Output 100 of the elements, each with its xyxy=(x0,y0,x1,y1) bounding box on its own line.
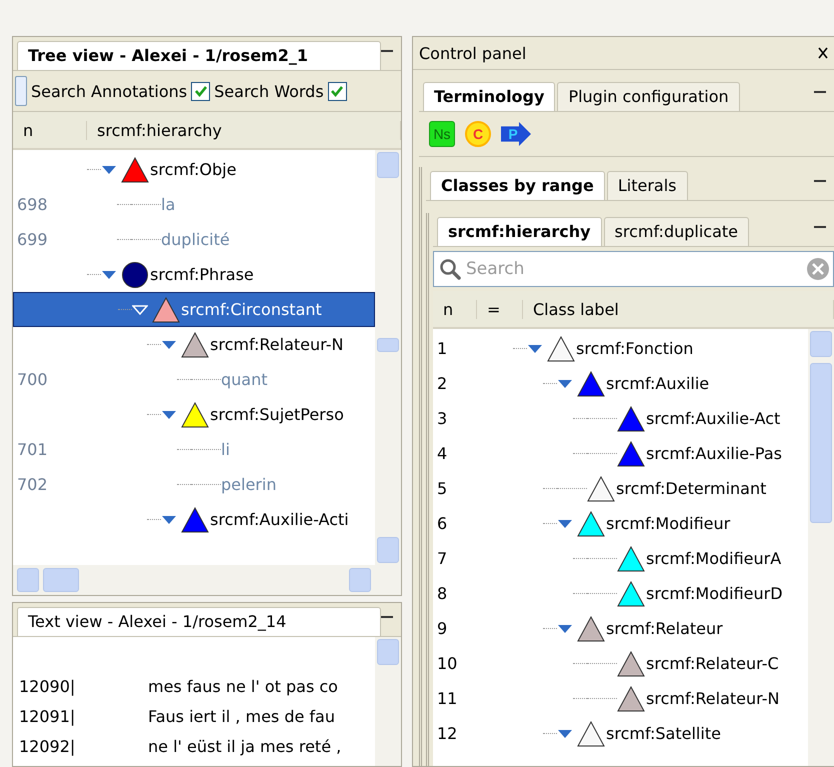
class-label: srcmf:Relateur-N xyxy=(210,335,344,354)
row-number: 10 xyxy=(436,654,458,673)
tab[interactable]: Literals xyxy=(606,171,688,200)
vertical-scrollbar[interactable] xyxy=(375,150,401,565)
row-number: 3 xyxy=(436,409,448,428)
class-label: srcmf:Relateur-C xyxy=(646,654,779,673)
tree-row[interactable]: 10 srcmf:Relateur-C xyxy=(433,646,808,681)
search-field[interactable]: Search xyxy=(433,251,834,287)
tree-row[interactable]: srcmf:Auxilie-Acti xyxy=(13,502,375,537)
tree-row[interactable]: 9 srcmf:Relateur xyxy=(433,611,808,646)
line-number: 12090| xyxy=(18,676,76,696)
class-label: srcmf:Phrase xyxy=(150,265,254,284)
word-label: duplicité xyxy=(161,230,230,249)
checkbox-label: Search Annotations xyxy=(31,82,188,100)
text-view-tab[interactable]: Text view - Alexei - 1/rosem2_14 xyxy=(17,607,381,636)
class-label: srcmf:Obje xyxy=(150,160,236,179)
tab[interactable]: Plugin configuration xyxy=(557,82,740,111)
tab[interactable]: Classes by range xyxy=(430,171,605,200)
tree-row[interactable]: 3 srcmf:Auxilie-Act xyxy=(433,401,808,436)
selected-row[interactable]: srcmf:Circonstant xyxy=(13,292,375,327)
row-number: 701 xyxy=(16,440,49,459)
word-label: li xyxy=(221,440,230,459)
column-header[interactable]: n xyxy=(433,300,477,318)
text-line: mes faus ne l' ot pas co xyxy=(148,676,338,696)
namespace-button[interactable]: Ns xyxy=(429,121,455,147)
scrollbar-thumb[interactable] xyxy=(377,338,399,352)
word-label: la xyxy=(161,195,176,214)
row-number: 2 xyxy=(436,374,448,393)
collapse-arrow-icon[interactable] xyxy=(161,410,177,420)
class-label: srcmf:Relateur xyxy=(606,619,723,638)
vertical-scrollbar[interactable] xyxy=(808,329,834,766)
checkbox[interactable] xyxy=(328,82,347,100)
collapse-arrow-icon[interactable] xyxy=(527,344,543,354)
tree-row[interactable]: 700 quant xyxy=(13,362,375,397)
collapse-arrow-icon[interactable] xyxy=(161,340,177,350)
class-label: srcmf:Satellite xyxy=(606,724,721,743)
search-icon xyxy=(439,258,461,280)
class-label: srcmf:Auxilie-Acti xyxy=(210,510,349,529)
row-number: 11 xyxy=(436,689,458,708)
column-header[interactable]: Class label xyxy=(523,300,834,318)
text-line: Faus iert il , mes de fau xyxy=(148,706,335,726)
tree-row[interactable]: srcmf:Phrase xyxy=(13,257,375,292)
line-number: 12092| xyxy=(18,736,76,756)
tree-row[interactable]: 11 srcmf:Relateur-N xyxy=(433,681,808,716)
collapse-arrow-icon[interactable] xyxy=(101,270,117,280)
tree-row[interactable]: 5 srcmf:Determinant xyxy=(433,471,808,506)
tab[interactable]: Terminology xyxy=(423,82,556,111)
row-number: 7 xyxy=(436,549,448,568)
row-number: 9 xyxy=(436,619,448,638)
tree-row[interactable]: srcmf:Relateur-N xyxy=(13,327,375,362)
checkbox[interactable] xyxy=(191,82,210,100)
class-label: srcmf:Modifieur xyxy=(606,514,730,533)
tree-row[interactable]: 4 srcmf:Auxilie-Pas xyxy=(433,436,808,471)
row-number: 699 xyxy=(16,230,49,249)
tree-row[interactable]: 699 duplicité xyxy=(13,222,375,257)
tree-row[interactable]: 8 srcmf:ModifieurD xyxy=(433,576,808,611)
tree-row[interactable]: 2 srcmf:Auxilie xyxy=(433,366,808,401)
tree-row[interactable]: srcmf:Obje xyxy=(13,152,375,187)
tree-view-tab[interactable]: Tree view - Alexei - 1/rosem2_1 xyxy=(17,41,381,70)
tree-row[interactable]: 1 srcmf:Fonction xyxy=(433,331,808,366)
row-number: 12 xyxy=(436,724,458,743)
column-header[interactable]: srcmf:hierarchy xyxy=(87,120,401,140)
vertical-scrollbar[interactable] xyxy=(375,637,401,766)
row-number: 4 xyxy=(436,444,448,463)
collapse-arrow-icon[interactable] xyxy=(557,378,573,388)
class-label: srcmf:ModifieurD xyxy=(646,584,783,603)
line-number: 12091| xyxy=(18,706,76,726)
row-number: 1 xyxy=(436,339,448,358)
row-number: 5 xyxy=(436,479,448,498)
class-label: srcmf:Fonction xyxy=(576,339,694,358)
tree-row[interactable]: 6 srcmf:Modifieur xyxy=(433,506,808,541)
tree-row[interactable]: 701 li xyxy=(13,432,375,467)
collapse-arrow-icon[interactable] xyxy=(557,624,573,634)
tree-row[interactable]: srcmf:SujetPerso xyxy=(13,397,375,432)
toolbar-grip-icon[interactable] xyxy=(15,76,27,106)
horizontal-scrollbar[interactable] xyxy=(13,565,401,595)
text-line: ne l' eüst il ja mes reté , xyxy=(148,736,342,756)
property-button[interactable]: P xyxy=(501,122,531,146)
row-number: 700 xyxy=(16,370,49,389)
class-label: srcmf:ModifieurA xyxy=(646,549,782,568)
tree-row[interactable]: 7 srcmf:ModifieurA xyxy=(433,541,808,576)
column-header[interactable]: n xyxy=(13,120,87,140)
tree-row[interactable]: 702 pelerin xyxy=(13,467,375,502)
word-label: pelerin xyxy=(221,475,276,494)
collapse-arrow-icon[interactable] xyxy=(557,518,573,528)
class-label: srcmf:Determinant xyxy=(616,479,766,498)
collapse-arrow-icon[interactable] xyxy=(132,304,148,314)
scrollbar-thumb[interactable] xyxy=(810,363,832,523)
tab[interactable]: srcmf:hierarchy xyxy=(437,217,602,246)
tree-row[interactable]: 698 la xyxy=(13,187,375,222)
panel-title: Control panel xyxy=(419,44,526,62)
row-number: 698 xyxy=(16,195,49,214)
collapse-arrow-icon[interactable] xyxy=(161,514,177,524)
collapse-arrow-icon[interactable] xyxy=(101,164,117,174)
tree-row[interactable]: 12 srcmf:Satellite xyxy=(433,716,808,751)
collapse-arrow-icon[interactable] xyxy=(557,728,573,738)
row-number: 8 xyxy=(436,584,448,603)
column-header[interactable]: = xyxy=(477,300,523,318)
tab[interactable]: srcmf:duplicate xyxy=(604,217,750,246)
scrollbar-thumb[interactable] xyxy=(43,568,79,592)
